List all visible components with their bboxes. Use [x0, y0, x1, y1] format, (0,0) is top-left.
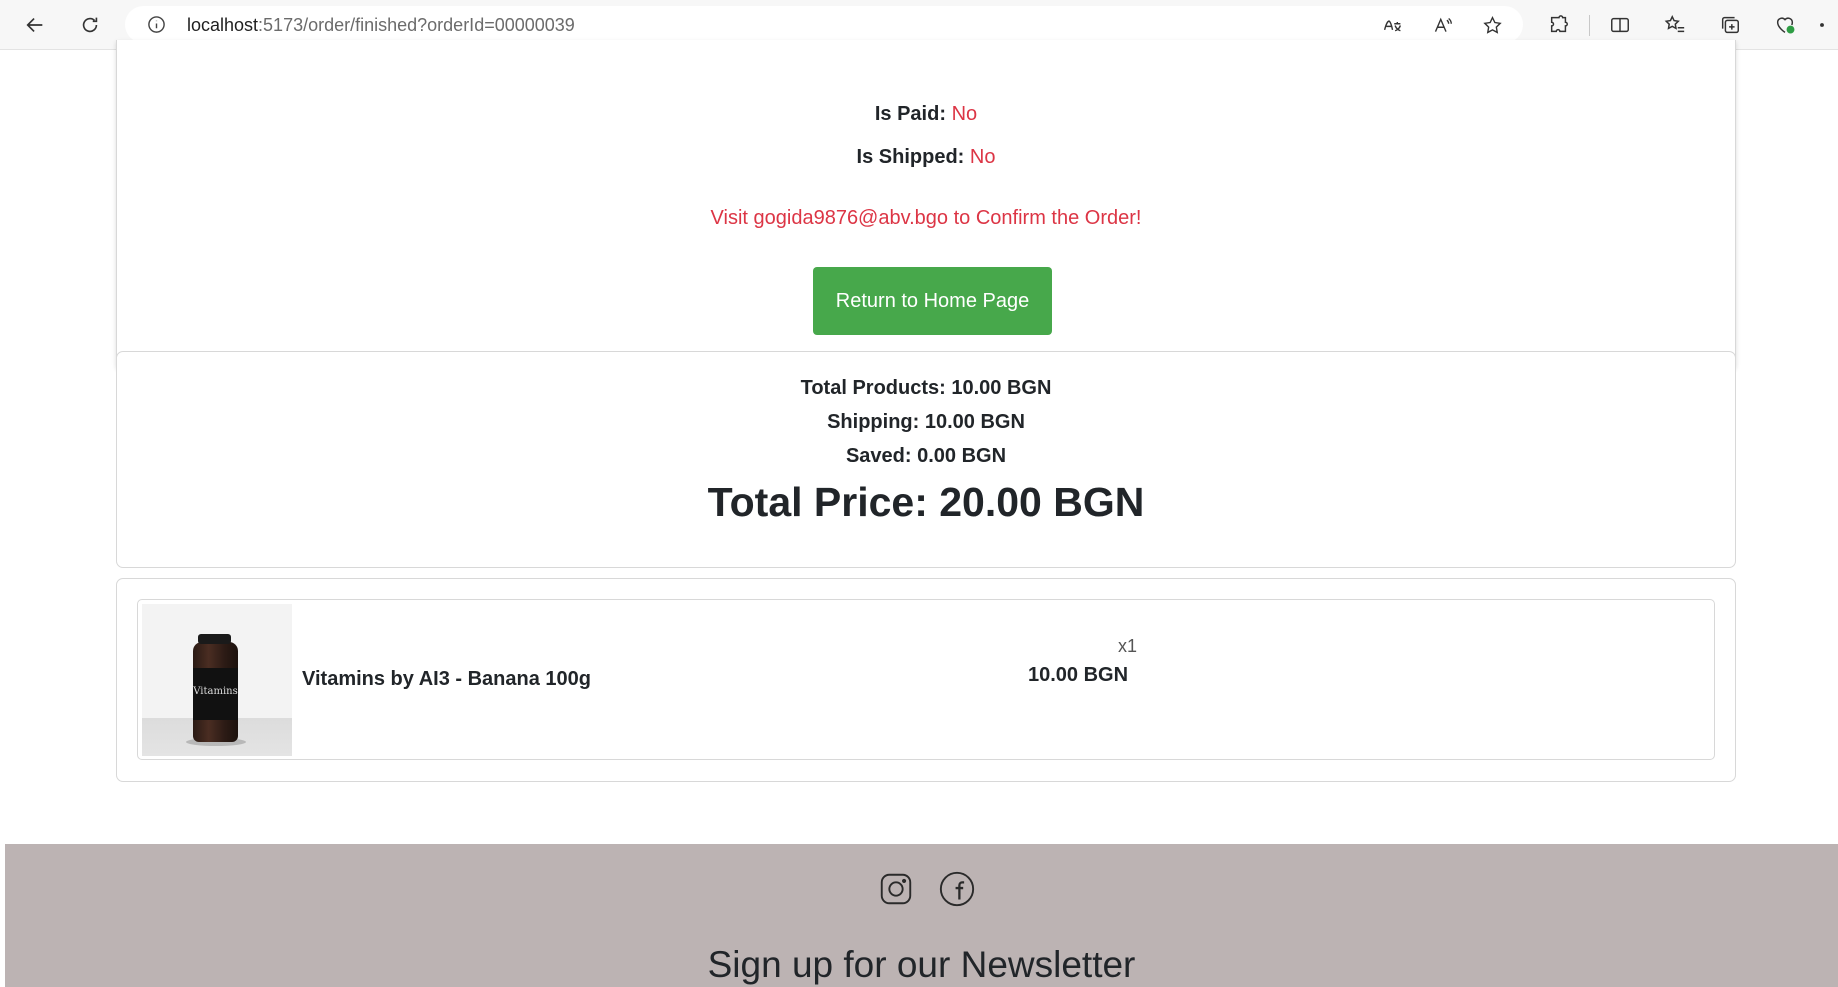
product-quantity: x1: [1118, 636, 1138, 656]
product-name[interactable]: Vitamins by AI3 - Banana 100g: [302, 668, 591, 691]
url-host: localhost: [187, 15, 259, 35]
newsletter-title: Sign up for our Newsletter: [707, 944, 1136, 985]
paid-status: Is Paid: No: [117, 103, 1735, 126]
confirm-order-message: Visit gogida9876@abv.bgo to Confirm the …: [710, 207, 1142, 229]
product-image[interactable]: Vitamins: [142, 604, 292, 756]
extensions-button[interactable]: [1544, 10, 1574, 40]
shipped-status: Is Shipped: No: [117, 146, 1735, 169]
collections-icon: [1721, 16, 1739, 34]
toolbar-divider: [1589, 15, 1590, 36]
bottle-label-text: Vitamins: [193, 686, 238, 697]
instagram-link[interactable]: [876, 869, 916, 909]
read-aloud-icon[interactable]: [1430, 13, 1454, 37]
site-info-icon[interactable]: [147, 15, 166, 34]
favorites-button[interactable]: [1660, 10, 1690, 40]
back-arrow-icon: [26, 17, 43, 33]
back-button[interactable]: [18, 8, 52, 42]
more-dots-icon: [1820, 23, 1824, 27]
heart-pulse-icon: [1776, 17, 1795, 34]
split-screen-icon: [1611, 17, 1629, 33]
more-menu-button[interactable]: [1812, 10, 1832, 40]
reload-icon: [82, 17, 98, 33]
order-items-card: Vitamins Vitamins by AI3 - Banana 100g x…: [116, 578, 1736, 782]
return-home-button[interactable]: Return to Home Page: [813, 267, 1052, 335]
paid-label: Is Paid:: [874, 103, 946, 125]
total-products: Total Products: 10.00 BGN: [800, 377, 1052, 399]
order-item-row[interactable]: Vitamins Vitamins by AI3 - Banana 100g x…: [137, 599, 1715, 760]
order-status-card: Is Paid: No Is Shipped: No Visit gogida9…: [116, 40, 1736, 370]
address-bar[interactable]: localhost:5173/order/finished?orderId=00…: [125, 6, 1523, 43]
reload-button[interactable]: [73, 8, 107, 42]
shipped-label: Is Shipped:: [856, 146, 965, 168]
shipped-value: No: [969, 146, 996, 168]
browser-essentials-button[interactable]: [1770, 10, 1800, 40]
split-screen-button[interactable]: [1605, 10, 1635, 40]
paid-value: No: [951, 103, 978, 125]
puzzle-icon: [1550, 15, 1568, 33]
order-summary-card: Total Products: 10.00 BGN Shipping: 10.0…: [116, 351, 1736, 568]
url-text[interactable]: localhost:5173/order/finished?orderId=00…: [187, 15, 575, 36]
bottle-cap: [198, 634, 231, 644]
site-footer: Sign up for our Newsletter: [5, 844, 1838, 987]
facebook-link[interactable]: [937, 869, 977, 909]
collections-button[interactable]: [1715, 10, 1745, 40]
product-price: 10.00 BGN: [1028, 664, 1129, 686]
shipping-cost: Shipping: 10.00 BGN: [827, 411, 1025, 433]
translate-icon[interactable]: [1380, 13, 1404, 37]
saved-amount: Saved: 0.00 BGN: [845, 445, 1007, 467]
favorite-star-icon[interactable]: [1480, 13, 1504, 37]
favorites-list-icon: [1664, 15, 1685, 33]
page-content: Is Paid: No Is Shipped: No Visit gogida9…: [5, 40, 1838, 987]
instagram-icon: [880, 873, 912, 905]
total-price: Total Price: 20.00 BGN: [707, 479, 1145, 525]
facebook-icon: [939, 871, 975, 907]
url-path: :5173/order/finished?orderId=00000039: [258, 15, 575, 35]
